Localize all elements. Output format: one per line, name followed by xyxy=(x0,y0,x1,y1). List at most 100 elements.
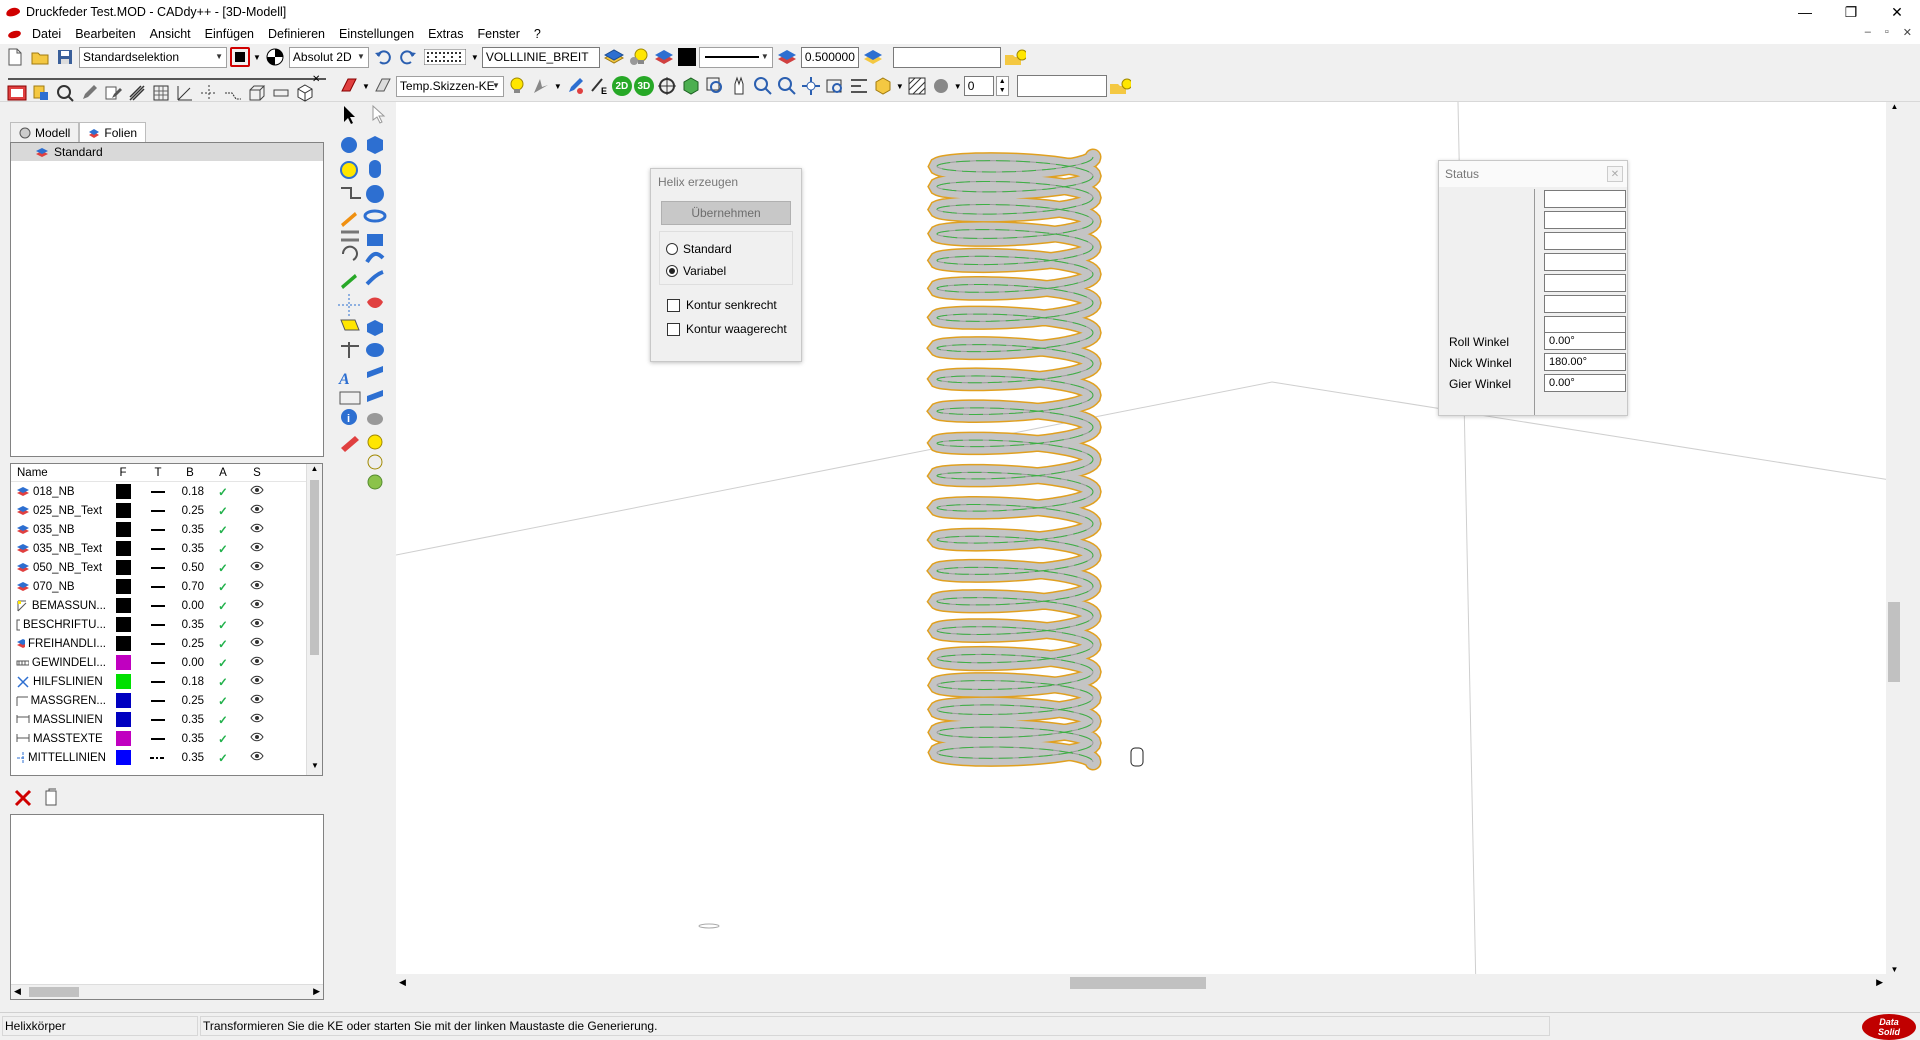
maximize-button[interactable]: ❐ xyxy=(1828,0,1874,24)
detail-scroll-thumb[interactable] xyxy=(29,987,79,997)
folder-lightbulb-icon[interactable] xyxy=(1004,46,1026,68)
layer-table-scrollbar[interactable]: ▲ ▼ xyxy=(306,464,322,775)
feature-e-icon[interactable]: E xyxy=(588,75,610,97)
table-row[interactable]: MASSTEXTE 0.35 ✓ xyxy=(11,729,322,748)
grid-dropdown-icon[interactable]: ▼ xyxy=(471,53,479,62)
layer-visible-eye-icon[interactable] xyxy=(240,542,274,555)
folder-lightbulb-icon-2[interactable] xyxy=(1109,75,1131,97)
layer-color-cell[interactable] xyxy=(106,712,140,727)
table-row[interactable]: MITTELLINIEN 0.35 ✓ xyxy=(11,748,322,767)
layer-linetype-cell[interactable] xyxy=(140,679,176,685)
layer-color-swatch[interactable] xyxy=(115,750,131,765)
layer-color-swatch[interactable] xyxy=(115,674,131,689)
status-close-button[interactable]: ✕ xyxy=(1607,166,1623,182)
transform-dropdown-icon[interactable]: ▼ xyxy=(554,82,562,91)
viewport-hscrollbar[interactable]: ◀ ▶ xyxy=(396,974,1886,992)
layer-linetype-cell[interactable] xyxy=(140,641,176,647)
layer-color-cell[interactable] xyxy=(106,503,140,518)
layer-color-swatch[interactable] xyxy=(115,712,131,727)
radio-standard[interactable] xyxy=(666,243,678,255)
layer-width-cell[interactable]: 0.35 xyxy=(176,752,206,764)
checkbox-kontur-waagerecht[interactable] xyxy=(667,322,680,336)
table-row[interactable]: BEMASSUN... 0.00 ✓ xyxy=(11,596,322,615)
layer-properties-icon[interactable] xyxy=(862,46,884,68)
layer-linetype-cell[interactable] xyxy=(140,565,176,571)
table-row[interactable]: MASSLINIEN 0.35 ✓ xyxy=(11,710,322,729)
layer-visible-eye-icon[interactable] xyxy=(240,580,274,593)
zoom-all-icon[interactable] xyxy=(800,75,822,97)
layer-width-cell[interactable]: 0.25 xyxy=(176,638,206,650)
grid-pattern-icon[interactable] xyxy=(422,46,468,68)
cube-icon[interactable] xyxy=(294,82,316,104)
layer-color-cell[interactable] xyxy=(106,617,140,632)
apply-button[interactable]: Übernehmen xyxy=(661,201,791,225)
layer-visible-eye-icon[interactable] xyxy=(240,694,274,707)
menu-bearbeiten[interactable]: Bearbeiten xyxy=(68,24,142,44)
layer-new-icon[interactable] xyxy=(30,82,52,104)
pencil-icon[interactable] xyxy=(78,82,100,104)
layer-color-cell[interactable] xyxy=(106,598,140,613)
status-field-empty[interactable] xyxy=(1544,211,1626,229)
scroll-down-icon[interactable]: ▼ xyxy=(307,761,322,775)
open-folder-icon[interactable] xyxy=(29,46,51,68)
layer-width-cell[interactable]: 0.35 xyxy=(176,619,206,631)
dimension-tool-icon[interactable] xyxy=(126,82,148,104)
option-standard[interactable]: Standard xyxy=(666,238,786,260)
layer-width-cell[interactable]: 0.25 xyxy=(176,695,206,707)
view-2d-button[interactable]: 2D xyxy=(611,76,632,96)
new-file-icon[interactable] xyxy=(4,46,26,68)
status-field-empty[interactable] xyxy=(1544,274,1626,292)
status-field-empty[interactable] xyxy=(1544,253,1626,271)
layer-color-cell[interactable] xyxy=(106,750,140,765)
line-width-layer-icon[interactable] xyxy=(776,46,798,68)
layer-visible-eye-icon[interactable] xyxy=(240,751,274,764)
toolbar1-search-field[interactable] xyxy=(892,46,1001,68)
layer-active-check-icon[interactable]: ✓ xyxy=(206,580,240,594)
layer-width-cell[interactable]: 0.18 xyxy=(176,486,206,498)
line-type-field[interactable]: VOLLLINIE_BREIT xyxy=(481,46,600,68)
save-icon[interactable] xyxy=(54,46,76,68)
radio-variabel[interactable] xyxy=(666,265,678,277)
layer-color-cell[interactable] xyxy=(106,560,140,575)
layer-active-check-icon[interactable]: ✓ xyxy=(206,713,240,727)
light-icon[interactable] xyxy=(506,75,528,97)
layer-color-cell[interactable] xyxy=(106,674,140,689)
minimize-button[interactable]: — xyxy=(1782,0,1828,24)
layer-visible-eye-icon[interactable] xyxy=(240,713,274,726)
status-field-empty[interactable] xyxy=(1544,295,1626,313)
layer-width-cell[interactable]: 0.25 xyxy=(176,505,206,517)
layer-color-swatch[interactable] xyxy=(115,617,131,632)
snap-icon[interactable] xyxy=(222,82,244,104)
layer-color-swatch[interactable] xyxy=(115,731,131,746)
layer-active-check-icon[interactable]: ✓ xyxy=(206,523,240,537)
menu-ansicht[interactable]: Ansicht xyxy=(143,24,198,44)
layer-color-swatch[interactable] xyxy=(115,541,131,556)
box-wireframe-icon[interactable] xyxy=(246,82,268,104)
layer-width-cell[interactable]: 0.00 xyxy=(176,600,206,612)
mdi-restore-button[interactable]: ▫ xyxy=(1885,26,1889,39)
layer-linetype-cell[interactable] xyxy=(140,546,176,552)
3d-viewport[interactable]: ▲ ▼ ◀ ▶ xyxy=(395,101,1904,993)
zoom-window-icon[interactable] xyxy=(704,75,726,97)
view-3d-button[interactable]: 3D xyxy=(633,76,654,96)
table-row[interactable]: 018_NB 0.18 ✓ xyxy=(11,482,322,501)
col-f[interactable]: F xyxy=(106,467,140,479)
layer-linetype-cell[interactable] xyxy=(140,489,176,495)
viewport-scroll-left-icon[interactable]: ◀ xyxy=(399,977,406,988)
pan-hand-icon[interactable] xyxy=(728,75,750,97)
layer-color-cell[interactable] xyxy=(106,693,140,708)
tree-item-standard[interactable]: Standard xyxy=(11,143,323,161)
option-kontur-waagerecht[interactable]: Kontur waagerecht xyxy=(667,317,793,341)
hatch-icon[interactable] xyxy=(150,82,172,104)
status-field-empty[interactable] xyxy=(1544,232,1626,250)
col-b[interactable]: B xyxy=(176,467,206,479)
scroll-up-icon[interactable]: ▲ xyxy=(307,464,322,478)
viewport-vscrollbar[interactable]: ▲ ▼ xyxy=(1886,102,1903,992)
menu-einfuegen[interactable]: Einfügen xyxy=(198,24,261,44)
layer-color-cell[interactable] xyxy=(106,579,140,594)
col-t[interactable]: T xyxy=(140,467,176,479)
layer-visible-eye-icon[interactable] xyxy=(240,618,274,631)
layer-active-check-icon[interactable]: ✓ xyxy=(206,504,240,518)
layer-width-cell[interactable]: 0.00 xyxy=(176,657,206,669)
menu-datei[interactable]: Datei xyxy=(25,24,68,44)
